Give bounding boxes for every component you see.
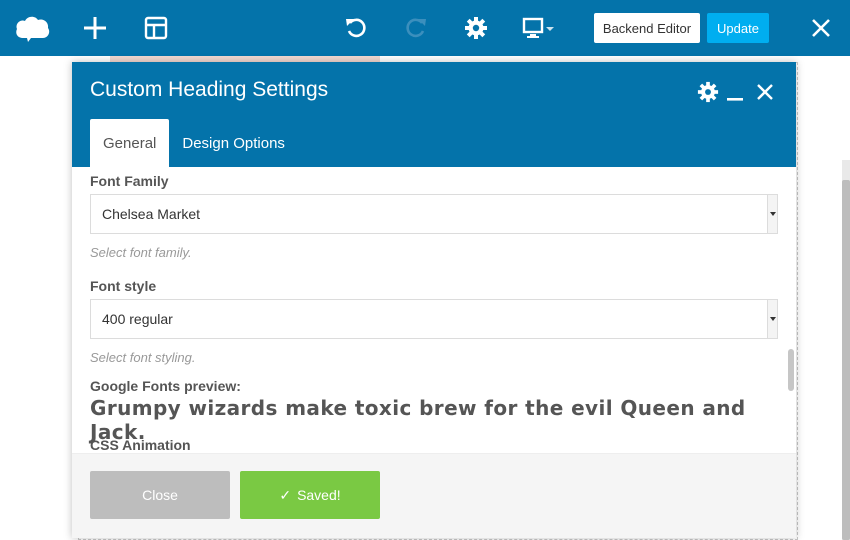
modal-header: Custom Heading Settings General Design O… <box>72 62 796 167</box>
saved-button-label: Saved! <box>297 487 341 503</box>
font-style-value: 400 regular <box>102 311 173 327</box>
monitor-icon[interactable] <box>521 0 557 56</box>
modal-body: Font Family Chelsea Market Select font f… <box>72 167 796 453</box>
top-toolbar: Backend Editor Update <box>0 0 850 56</box>
preview-label: Google Fonts preview: <box>90 378 241 394</box>
modal-close-icon[interactable] <box>753 80 777 104</box>
font-family-help: Select font family. <box>90 245 192 260</box>
modal-gear-icon[interactable] <box>696 80 720 104</box>
settings-modal: Custom Heading Settings General Design O… <box>72 62 796 538</box>
gear-icon[interactable] <box>461 0 491 56</box>
modal-title: Custom Heading Settings <box>90 78 329 101</box>
undo-icon[interactable] <box>341 0 371 56</box>
font-family-label: Font Family <box>90 173 169 189</box>
font-style-help: Select font styling. <box>90 350 196 365</box>
font-style-select[interactable]: 400 regular <box>90 299 778 339</box>
minimize-icon[interactable] <box>723 80 747 104</box>
font-preview-text: Grumpy wizards make toxic brew for the e… <box>90 396 746 444</box>
cloud-logo-icon[interactable] <box>12 0 54 56</box>
close-button-label: Close <box>142 487 178 503</box>
plus-icon[interactable] <box>80 0 110 56</box>
font-family-select[interactable]: Chelsea Market <box>90 194 778 234</box>
check-icon: ✓ <box>279 486 292 503</box>
chevron-down-icon[interactable] <box>767 300 777 338</box>
redo-icon[interactable] <box>401 0 431 56</box>
close-button[interactable]: Close <box>90 471 230 519</box>
chevron-down-icon[interactable] <box>767 195 777 233</box>
backend-editor-button[interactable]: Backend Editor <box>594 13 700 43</box>
modal-scrollbar-thumb[interactable] <box>788 349 794 391</box>
tab-design-options[interactable]: Design Options <box>169 119 298 167</box>
css-animation-label: CSS Animation <box>90 437 191 453</box>
close-icon[interactable] <box>806 0 836 56</box>
font-style-label: Font style <box>90 278 157 294</box>
page-scrollbar-thumb[interactable] <box>842 180 850 540</box>
font-family-value: Chelsea Market <box>102 206 201 222</box>
update-button[interactable]: Update <box>707 13 769 43</box>
layout-icon[interactable] <box>141 0 171 56</box>
saved-button[interactable]: ✓ Saved! <box>240 471 380 519</box>
tab-general[interactable]: General <box>90 119 170 167</box>
modal-tabs: General Design Options <box>90 119 298 167</box>
modal-footer: Close ✓ Saved! <box>72 453 796 538</box>
